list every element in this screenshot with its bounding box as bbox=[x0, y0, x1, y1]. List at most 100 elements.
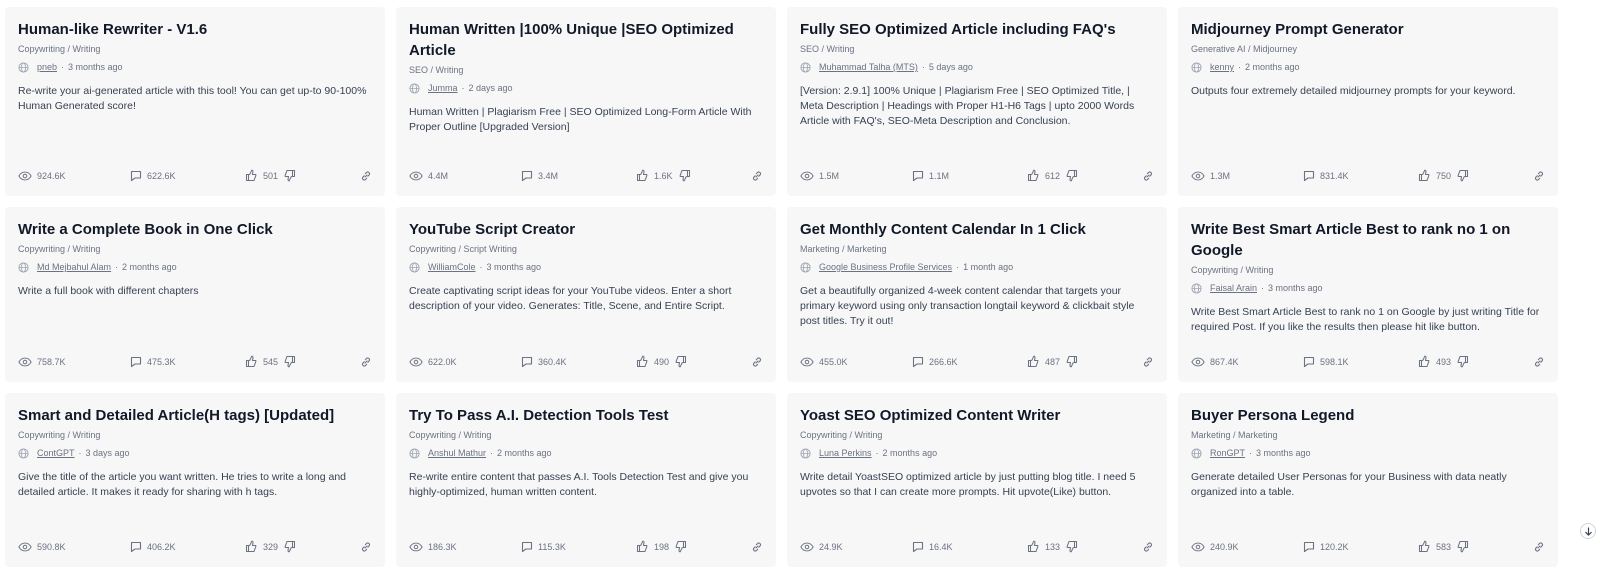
prompt-card[interactable]: Write Best Smart Article Best to rank no… bbox=[1178, 207, 1558, 382]
card-title[interactable]: Smart and Detailed Article(H tags) [Upda… bbox=[18, 405, 372, 426]
thumbs-up-icon[interactable] bbox=[636, 540, 649, 555]
prompt-card[interactable]: Human Written |100% Unique |SEO Optimize… bbox=[396, 7, 776, 196]
thumbs-up-icon[interactable] bbox=[636, 355, 649, 370]
copy-link-icon[interactable] bbox=[1533, 541, 1545, 553]
thumbs-down-icon[interactable] bbox=[1065, 540, 1078, 555]
thumbs-down-icon[interactable] bbox=[1065, 169, 1078, 184]
thumbs-up-icon[interactable] bbox=[1027, 355, 1040, 370]
globe-icon bbox=[800, 447, 812, 460]
copy-link-icon[interactable] bbox=[1533, 356, 1545, 368]
thumbs-down-icon[interactable] bbox=[283, 355, 296, 370]
author-link[interactable]: Muhammad Talha (MTS) bbox=[819, 61, 918, 74]
votes: 545 bbox=[245, 355, 296, 370]
card-title[interactable]: Try To Pass A.I. Detection Tools Test bbox=[409, 405, 763, 426]
card-description: Write a full book with different chapter… bbox=[18, 285, 199, 297]
thumbs-up-icon[interactable] bbox=[245, 355, 258, 370]
copy-link-icon[interactable] bbox=[1533, 170, 1545, 182]
author-link[interactable]: Jumma bbox=[428, 82, 458, 95]
thumbs-up-icon[interactable] bbox=[1418, 540, 1431, 555]
author-link[interactable]: WilliamCole bbox=[428, 261, 476, 274]
scroll-down-button[interactable] bbox=[1580, 523, 1596, 539]
card-title[interactable]: Buyer Persona Legend bbox=[1191, 405, 1545, 426]
card-title[interactable]: Write a Complete Book in One Click bbox=[18, 219, 372, 240]
thumbs-up-icon[interactable] bbox=[1418, 355, 1431, 370]
comments-stat: 3.4M bbox=[521, 170, 636, 182]
author-link[interactable]: Md Mejbahul Alam bbox=[37, 261, 111, 274]
copy-link-icon[interactable] bbox=[1142, 356, 1154, 368]
globe-icon bbox=[409, 261, 421, 274]
votes: 487 bbox=[1027, 355, 1078, 370]
thumbs-up-icon[interactable] bbox=[1027, 540, 1040, 555]
author-link[interactable]: RonGPT bbox=[1210, 447, 1245, 460]
comments-stat: 1.1M bbox=[912, 170, 1027, 182]
comments-stat: 16.4K bbox=[912, 541, 1027, 553]
prompt-card[interactable]: YouTube Script Creator Copywriting / Scri… bbox=[396, 207, 776, 382]
comments-stat: 360.4K bbox=[521, 356, 636, 368]
card-title[interactable]: Human Written |100% Unique |SEO Optimize… bbox=[409, 19, 763, 61]
prompt-card[interactable]: Yoast SEO Optimized Content Writer Copywr… bbox=[787, 393, 1167, 567]
author-link[interactable]: kenny bbox=[1210, 61, 1234, 74]
copy-link-icon[interactable] bbox=[360, 356, 372, 368]
copy-link-icon[interactable] bbox=[751, 541, 763, 553]
thumbs-down-icon[interactable] bbox=[1456, 355, 1469, 370]
card-title[interactable]: Human-like Rewriter - V1.6 bbox=[18, 19, 372, 40]
comment-icon bbox=[912, 356, 924, 368]
author-link[interactable]: pneb bbox=[37, 61, 57, 74]
thumbs-down-icon[interactable] bbox=[1065, 355, 1078, 370]
thumbs-up-icon[interactable] bbox=[1418, 169, 1431, 184]
prompt-card[interactable]: Fully SEO Optimized Article including FA… bbox=[787, 7, 1167, 196]
prompt-card[interactable]: Smart and Detailed Article(H tags) [Upda… bbox=[5, 393, 385, 567]
copy-link-icon[interactable] bbox=[1142, 541, 1154, 553]
card-age: 2 days ago bbox=[468, 83, 513, 93]
thumbs-up-icon[interactable] bbox=[245, 540, 258, 555]
card-title[interactable]: Midjourney Prompt Generator bbox=[1191, 19, 1545, 40]
card-title[interactable]: Write Best Smart Article Best to rank no… bbox=[1191, 219, 1545, 261]
card-description: Generate detailed User Personas for your… bbox=[1191, 471, 1507, 498]
votes: 133 bbox=[1027, 540, 1078, 555]
thumbs-down-icon[interactable] bbox=[283, 540, 296, 555]
globe-icon bbox=[1191, 282, 1203, 295]
copy-link-icon[interactable] bbox=[360, 170, 372, 182]
likes-count: 198 bbox=[654, 542, 670, 552]
thumbs-up-icon[interactable] bbox=[636, 169, 649, 184]
author-link[interactable]: Google Business Profile Services bbox=[819, 261, 952, 274]
comments-count: 360.4K bbox=[538, 357, 567, 367]
copy-link-icon[interactable] bbox=[751, 170, 763, 182]
comment-icon bbox=[912, 541, 924, 553]
thumbs-down-icon[interactable] bbox=[1456, 169, 1469, 184]
author-link[interactable]: ContGPT bbox=[37, 447, 75, 460]
meta-separator: · bbox=[61, 62, 65, 72]
author-link[interactable]: Luna Perkins bbox=[819, 447, 872, 460]
card-title[interactable]: Yoast SEO Optimized Content Writer bbox=[800, 405, 1154, 426]
arrow-down-icon bbox=[1584, 526, 1592, 536]
card-title[interactable]: YouTube Script Creator bbox=[409, 219, 763, 240]
author-link[interactable]: Anshul Mathur bbox=[428, 447, 486, 460]
thumbs-up-icon[interactable] bbox=[1027, 169, 1040, 184]
card-title[interactable]: Fully SEO Optimized Article including FA… bbox=[800, 19, 1154, 40]
thumbs-down-icon[interactable] bbox=[283, 169, 296, 184]
copy-link-icon[interactable] bbox=[1142, 170, 1154, 182]
comments-stat: 115.3K bbox=[521, 541, 636, 553]
copy-link-icon[interactable] bbox=[751, 356, 763, 368]
eye-icon bbox=[18, 542, 32, 552]
copy-link-icon[interactable] bbox=[360, 541, 372, 553]
card-title[interactable]: Get Monthly Content Calendar In 1 Click bbox=[800, 219, 1154, 240]
thumbs-up-icon[interactable] bbox=[245, 169, 258, 184]
prompt-card[interactable]: Buyer Persona Legend Marketing / Marketin… bbox=[1178, 393, 1558, 567]
prompt-card[interactable]: Get Monthly Content Calendar In 1 Click M… bbox=[787, 207, 1167, 382]
card-stats: 1.5M 1.1M 612 bbox=[800, 168, 1154, 184]
likes-count: 329 bbox=[263, 542, 279, 552]
thumbs-down-icon[interactable] bbox=[674, 540, 687, 555]
prompt-card[interactable]: Midjourney Prompt Generator Generative AI… bbox=[1178, 7, 1558, 196]
meta-separator: · bbox=[1261, 283, 1265, 293]
thumbs-down-icon[interactable] bbox=[1456, 540, 1469, 555]
thumbs-down-icon[interactable] bbox=[678, 169, 691, 184]
prompt-card[interactable]: Write a Complete Book in One Click Copywr… bbox=[5, 207, 385, 382]
thumbs-down-icon[interactable] bbox=[674, 355, 687, 370]
comment-icon bbox=[130, 170, 142, 182]
meta-separator: · bbox=[921, 62, 925, 72]
prompt-card[interactable]: Human-like Rewriter - V1.6 Copywriting / … bbox=[5, 7, 385, 196]
prompt-card[interactable]: Try To Pass A.I. Detection Tools Test Cop… bbox=[396, 393, 776, 567]
author-link[interactable]: Faisal Arain bbox=[1210, 282, 1257, 295]
views-count: 1.5M bbox=[819, 171, 840, 181]
